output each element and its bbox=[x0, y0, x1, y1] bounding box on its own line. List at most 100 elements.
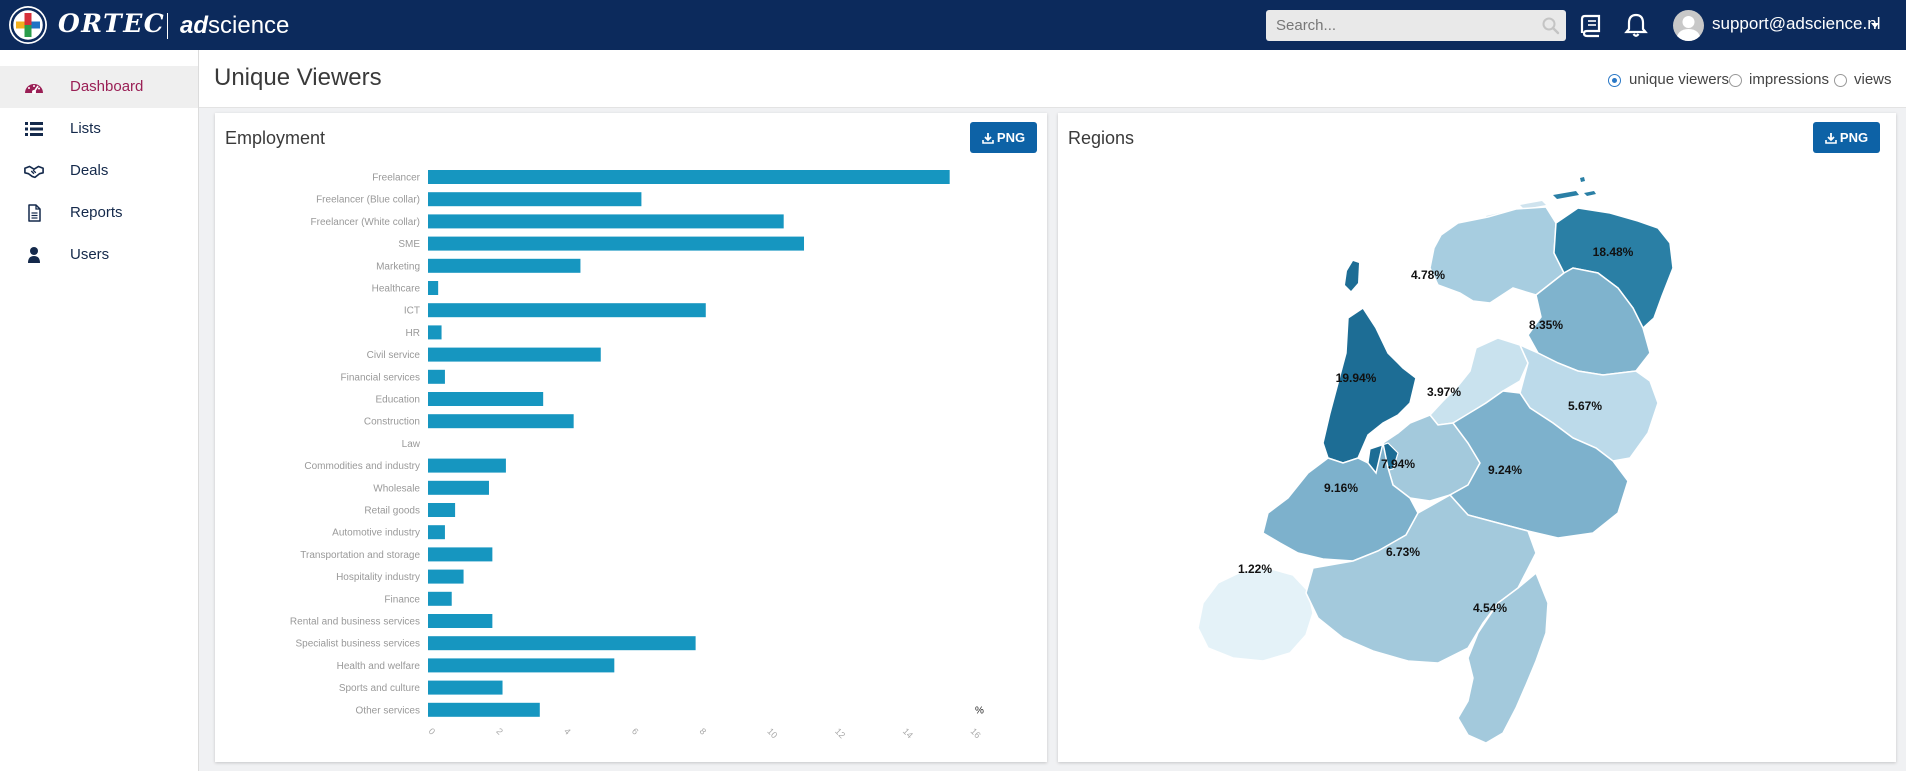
bar[interactable] bbox=[428, 170, 950, 184]
regions-map: 18.48% 4.78% 8.35% 3.97% 19.94% 5.67% 7.94% 9.2… bbox=[1197, 177, 1674, 744]
radio-label-unique-viewers[interactable]: unique viewers bbox=[1629, 71, 1729, 88]
radio-views[interactable] bbox=[1834, 74, 1847, 87]
bar-category-label: Wholesale bbox=[373, 483, 420, 494]
region-value-label: 4.78% bbox=[1411, 268, 1445, 282]
sidebar-item-label: Deals bbox=[70, 162, 109, 179]
bar-category-label: Automotive industry bbox=[332, 528, 420, 539]
sidebar-item-lists[interactable]: Lists bbox=[0, 108, 198, 150]
chevron-down-icon[interactable] bbox=[1871, 23, 1879, 28]
bar-category-label: Marketing bbox=[376, 261, 420, 272]
top-bar: ORTEC adscience support@adscience.nl bbox=[0, 0, 1906, 50]
x-tick-label: 10 bbox=[765, 726, 779, 740]
bar-category-label: Retail goods bbox=[364, 506, 420, 517]
x-tick-label: 14 bbox=[901, 726, 915, 740]
bar-category-label: Rental and business services bbox=[290, 617, 420, 628]
page-title: Unique Viewers bbox=[214, 64, 382, 91]
employment-bar-chart: Freelancer Freelancer (Blue collar) Freela… bbox=[290, 170, 984, 740]
bar-category-label: SME bbox=[398, 239, 420, 250]
sidebar-item-label: Reports bbox=[70, 204, 123, 221]
page-header: Unique Viewers unique viewers impression… bbox=[199, 50, 1906, 108]
bar-category-label: Other services bbox=[356, 705, 420, 716]
bar-category-label: Finance bbox=[384, 594, 420, 605]
bar-category-label: HR bbox=[406, 328, 420, 339]
region-value-label: 18.48% bbox=[1593, 245, 1634, 259]
sidebar-item-label: Users bbox=[70, 246, 110, 263]
bar[interactable] bbox=[428, 503, 456, 517]
bar[interactable] bbox=[428, 480, 489, 495]
x-tick-label: 2 bbox=[494, 726, 505, 737]
bar-category-label: Specialist business services bbox=[296, 639, 421, 650]
bar-category-label: Freelancer (Blue collar) bbox=[316, 195, 420, 206]
bar[interactable] bbox=[428, 347, 601, 362]
bar[interactable] bbox=[428, 258, 581, 273]
bar[interactable] bbox=[428, 547, 493, 562]
bar[interactable] bbox=[428, 236, 805, 251]
search-icon[interactable] bbox=[1541, 16, 1561, 36]
radio-label-views[interactable]: views bbox=[1854, 71, 1892, 88]
x-tick-label: 12 bbox=[833, 726, 847, 740]
bar[interactable] bbox=[428, 680, 503, 695]
bar-category-label: Hospitality industry bbox=[336, 572, 420, 583]
region-noord-holland-texel bbox=[1345, 261, 1359, 291]
region-value-label: 5.67% bbox=[1568, 399, 1602, 413]
bar-category-label: Construction bbox=[364, 417, 420, 428]
region-value-label: 4.54% bbox=[1473, 601, 1507, 615]
logo-divider bbox=[167, 13, 168, 39]
bar[interactable] bbox=[428, 636, 696, 651]
bar[interactable] bbox=[428, 414, 574, 429]
user-icon bbox=[28, 247, 40, 263]
avatar[interactable] bbox=[1673, 10, 1704, 41]
bar-category-label: Civil service bbox=[367, 350, 421, 361]
region-value-label: 8.35% bbox=[1529, 318, 1563, 332]
region-value-label: 9.16% bbox=[1324, 481, 1358, 495]
employment-card: Employment PNG Freelancer Freelancer (Blu… bbox=[215, 113, 1047, 762]
bar[interactable] bbox=[428, 392, 544, 406]
bar-category-label: Freelancer (White collar) bbox=[311, 217, 420, 228]
radio-label-impressions[interactable]: impressions bbox=[1749, 71, 1829, 88]
radio-impressions[interactable] bbox=[1729, 74, 1742, 87]
region-value-label: 6.73% bbox=[1386, 545, 1420, 559]
bar-category-label: Financial services bbox=[341, 372, 420, 383]
bar[interactable] bbox=[428, 702, 540, 717]
sidebar-item-deals[interactable]: Deals bbox=[0, 150, 198, 192]
bar[interactable] bbox=[428, 458, 506, 473]
bar[interactable] bbox=[428, 214, 784, 229]
bar[interactable] bbox=[428, 658, 615, 673]
user-menu-email[interactable]: support@adscience.nl bbox=[1712, 14, 1880, 34]
sidebar-item-dashboard[interactable]: Dashboard bbox=[0, 66, 198, 108]
sidebar-item-label: Lists bbox=[70, 120, 101, 137]
x-tick-label: 4 bbox=[562, 726, 573, 737]
x-tick-label: 8 bbox=[698, 726, 709, 737]
ortec-logo-icon[interactable] bbox=[9, 6, 47, 44]
bar[interactable] bbox=[428, 525, 445, 540]
bar[interactable] bbox=[428, 614, 493, 628]
x-tick-label: 6 bbox=[630, 726, 641, 737]
bar[interactable] bbox=[428, 569, 464, 584]
region-value-label: 3.97% bbox=[1427, 385, 1461, 399]
radio-unique-viewers[interactable] bbox=[1608, 74, 1621, 87]
sidebar-item-reports[interactable]: Reports bbox=[0, 192, 198, 234]
bell-icon[interactable] bbox=[1623, 12, 1649, 38]
region-zeeland bbox=[1197, 567, 1314, 662]
user-avatar-icon bbox=[1676, 16, 1701, 41]
sidebar: Dashboard Lists Deals Reports Users bbox=[0, 50, 199, 771]
document-icon bbox=[28, 204, 41, 222]
wadden-island bbox=[1553, 191, 1579, 199]
handshake-icon bbox=[24, 165, 44, 179]
book-icon[interactable] bbox=[1578, 12, 1604, 38]
bar[interactable] bbox=[428, 192, 642, 207]
regions-card: Regions PNG 18.48% 4.78% 8.35% 3.97% 19.… bbox=[1058, 113, 1896, 762]
x-tick-label: 16 bbox=[969, 726, 983, 740]
bar[interactable] bbox=[428, 591, 452, 606]
bar-category-label: Sports and culture bbox=[339, 683, 421, 694]
product-name: adscience bbox=[180, 12, 289, 40]
bar[interactable] bbox=[428, 325, 442, 340]
bar[interactable] bbox=[428, 281, 439, 295]
bar[interactable] bbox=[428, 369, 445, 384]
search-input[interactable] bbox=[1266, 10, 1566, 41]
wadden-island bbox=[1584, 191, 1596, 196]
region-value-label: 1.22% bbox=[1238, 562, 1272, 576]
bar[interactable] bbox=[428, 303, 706, 318]
sidebar-item-users[interactable]: Users bbox=[0, 234, 198, 276]
region-value-label: 19.94% bbox=[1336, 371, 1377, 385]
